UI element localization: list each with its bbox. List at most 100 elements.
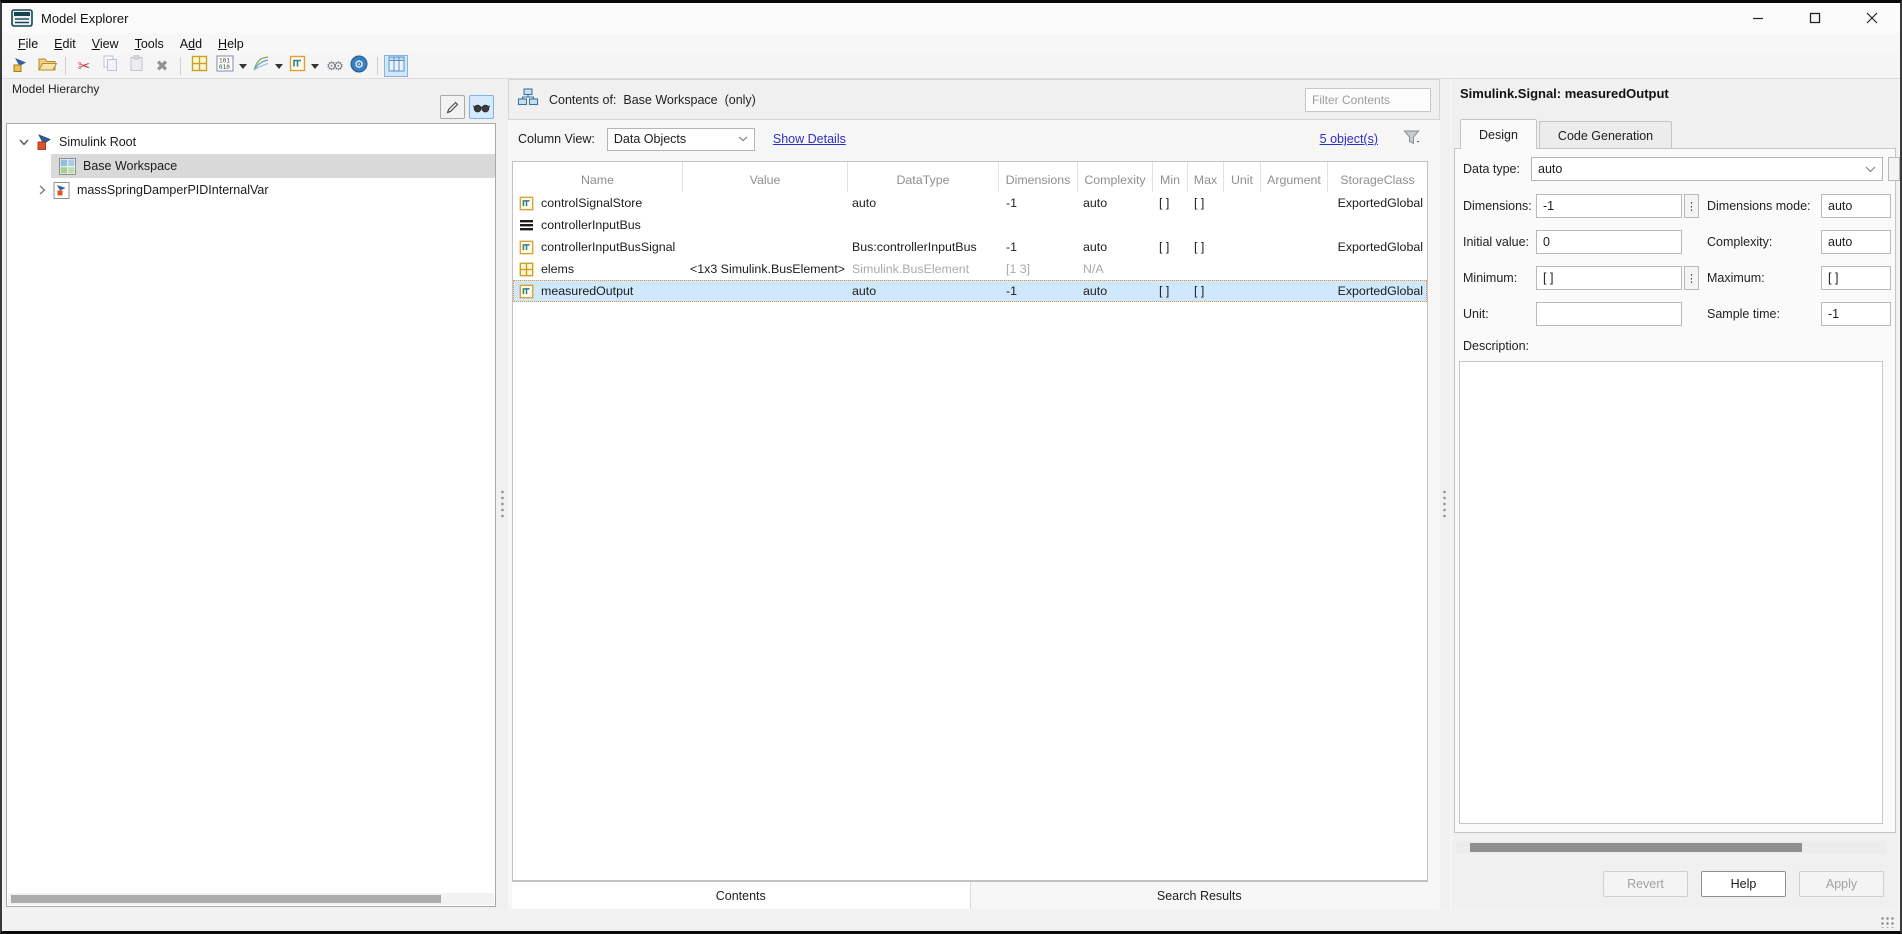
gears-button[interactable]: ⚙⚙ (321, 55, 345, 77)
four-pane-button[interactable] (187, 55, 211, 77)
maximum-input[interactable] (1821, 266, 1891, 290)
pencil-icon (445, 100, 460, 115)
menu-item-help[interactable]: Help (210, 35, 252, 53)
open-model-button[interactable] (9, 55, 33, 77)
minimum-stepper[interactable]: ⋮ (1684, 266, 1699, 290)
column-view-dropdown[interactable]: Data Objects (607, 128, 755, 151)
tree-node-simulink-root[interactable]: Simulink Root (7, 130, 495, 154)
tab-search-results[interactable]: Search Results (971, 882, 1429, 909)
column-header-dimensions[interactable]: Dimensions (999, 162, 1078, 192)
contents-header-bar: Contents of: Base Workspace (only) (508, 79, 1440, 120)
dropdown-caret-icon[interactable] (274, 55, 284, 77)
maximize-button[interactable] (1786, 3, 1843, 33)
tree-node-model[interactable]: massSpringDamperPIDInternalVar (7, 178, 495, 202)
add-signal-button[interactable] (285, 55, 309, 77)
bus-element-grid-icon (513, 258, 539, 280)
scrollbar-thumb[interactable] (11, 895, 441, 903)
expander-chevron-right-icon[interactable] (33, 185, 51, 195)
column-header-datatype[interactable]: DataType (848, 162, 999, 192)
funnel-icon (1403, 129, 1422, 146)
column-view-row: Column View: Data Objects Show Details 5… (508, 120, 1440, 158)
dialog-horizontal-scrollbar[interactable] (1456, 841, 1886, 854)
data-type-dropdown[interactable]: auto (1531, 157, 1883, 181)
initial-value-input[interactable] (1536, 230, 1682, 254)
table-row-controllerInputBusSignal[interactable]: controllerInputBusSignalBus:controllerIn… (513, 236, 1427, 258)
show-details-link[interactable]: Show Details (773, 132, 846, 146)
column-header-min[interactable]: Min (1153, 162, 1188, 192)
splitter-right[interactable] (1440, 79, 1450, 909)
column-header-max[interactable]: Max (1188, 162, 1224, 192)
signal-icon (513, 236, 539, 258)
open-folder-button[interactable] (35, 55, 59, 77)
data-type-assistant-button[interactable] (1888, 157, 1900, 181)
tree-node-label: Base Workspace (83, 159, 177, 173)
filter-funnel-button[interactable] (1403, 129, 1422, 146)
column-header-storageclass[interactable]: StorageClass (1328, 162, 1427, 192)
dropdown-caret-icon[interactable] (310, 55, 320, 77)
initial-value-label: Initial value: (1463, 235, 1529, 249)
cell-name: elems (539, 258, 683, 280)
apply-button[interactable]: Apply (1799, 871, 1884, 897)
column-header-name[interactable]: Name (513, 162, 683, 192)
contents-of-icon (517, 87, 539, 112)
cell-name: controlSignalStore (539, 192, 683, 214)
table-row-controlSignalStore[interactable]: controlSignalStoreauto-1auto[ ][ ]Export… (513, 192, 1427, 214)
model-explorer-app-icon (11, 9, 33, 27)
lookup-table-button[interactable] (249, 55, 273, 77)
dimensions-mode-input[interactable] (1821, 194, 1891, 218)
filter-contents-input[interactable] (1305, 88, 1431, 112)
add-data-object-button[interactable]: 101010 (213, 55, 237, 77)
complexity-input[interactable] (1821, 230, 1891, 254)
description-textarea[interactable] (1459, 361, 1883, 824)
resize-grip[interactable] (1880, 916, 1894, 928)
dimensions-stepper[interactable]: ⋮ (1684, 194, 1699, 218)
scrollbar-thumb[interactable] (1470, 843, 1802, 852)
column-header-value[interactable]: Value (683, 162, 848, 192)
menu-item-add[interactable]: Add (172, 35, 210, 53)
table-row-measuredOutput[interactable]: measuredOutputauto-1auto[ ][ ]ExportedGl… (513, 280, 1427, 302)
contents-scope: (only) (725, 93, 756, 107)
column-header-argument[interactable]: Argument (1261, 162, 1328, 192)
object-count-link[interactable]: 5 object(s) (1320, 132, 1378, 146)
menu-item-view[interactable]: View (84, 35, 127, 53)
splitter-left[interactable] (498, 79, 508, 909)
dialog-title: Simulink.Signal: measuredOutput (1460, 86, 1669, 101)
dimensions-input[interactable] (1536, 194, 1682, 218)
copy-button[interactable] (98, 55, 122, 77)
menu-item-tools[interactable]: Tools (127, 35, 172, 53)
tab-code-generation[interactable]: Code Generation (1539, 121, 1672, 149)
cell-min (1153, 258, 1188, 280)
help-button[interactable]: Help (1701, 871, 1786, 897)
menu-item-edit[interactable]: Edit (46, 35, 84, 53)
engine-gear-button[interactable]: ⚙ (347, 55, 371, 77)
cell-dimensions: [1 3] (999, 258, 1078, 280)
column-view-button[interactable] (384, 55, 408, 77)
hierarchy-horizontal-scrollbar[interactable] (8, 893, 494, 905)
tab-design[interactable]: Design (1460, 119, 1537, 149)
expander-chevron-down-icon[interactable] (15, 139, 33, 146)
dropdown-caret-icon[interactable] (238, 55, 248, 77)
delete-button[interactable]: ✖ (150, 55, 174, 77)
table-row-elems[interactable]: elems<1x3 Simulink.BusElement>Simulink.B… (513, 258, 1427, 280)
tree-node-base-workspace[interactable]: Base Workspace (7, 154, 495, 178)
tab-contents[interactable]: Contents (512, 882, 971, 909)
add-signal-icon (289, 55, 306, 77)
table-row-controllerInputBus[interactable]: controllerInputBus (513, 214, 1427, 236)
sample-time-input[interactable] (1821, 302, 1891, 326)
minimize-button[interactable] (1729, 3, 1786, 33)
minimum-input[interactable] (1536, 266, 1682, 290)
revert-button[interactable]: Revert (1603, 871, 1688, 897)
close-button[interactable] (1843, 3, 1900, 33)
column-header-complexity[interactable]: Complexity (1078, 162, 1153, 192)
edit-mode-button[interactable] (440, 95, 465, 119)
cell-max: [ ] (1188, 280, 1224, 302)
cell-name: controllerInputBusSignal (539, 236, 683, 258)
paste-button[interactable] (124, 55, 148, 77)
cell-value (683, 236, 848, 258)
cut-button[interactable]: ✂ (72, 55, 96, 77)
browse-mode-button[interactable] (469, 95, 494, 119)
menu-item-file[interactable]: File (10, 35, 46, 53)
column-header-unit[interactable]: Unit (1224, 162, 1261, 192)
unit-input[interactable] (1536, 302, 1682, 326)
model-explorer-window: Model Explorer FileEditViewToolsAddHelp … (0, 0, 1902, 934)
